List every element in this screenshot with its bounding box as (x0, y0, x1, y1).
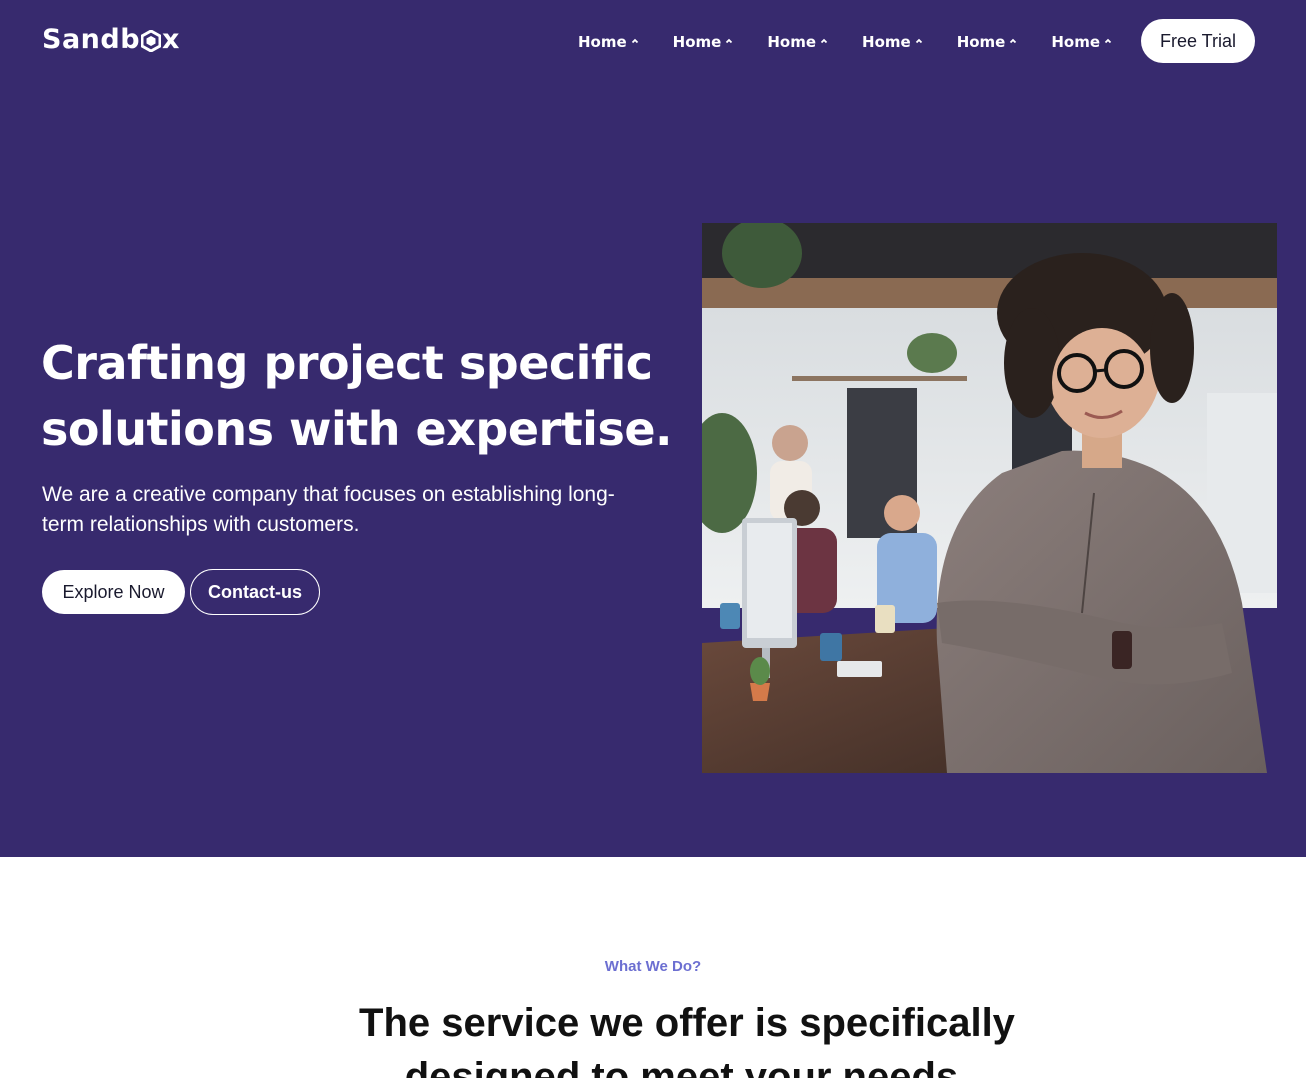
section-title: The service we offer is specifically des… (359, 1001, 1015, 1078)
hero-title: Crafting project specific solutions with… (41, 336, 673, 456)
logo-text-start: Sandb (42, 23, 141, 55)
nav-item-label: Home (1051, 33, 1101, 51)
nav-item-home-6[interactable]: Home (1051, 30, 1112, 54)
nav-item-label: Home (862, 33, 911, 51)
chevron-up-icon (1010, 38, 1017, 44)
nav-item-label: Home (672, 33, 722, 51)
main-navigation: Home Home Home Home Home Home (578, 30, 1146, 54)
nav-item-label: Home (956, 33, 1006, 51)
chevron-up-icon (915, 38, 922, 44)
free-trial-button[interactable]: Free Trial (1141, 19, 1255, 63)
chevron-up-icon (726, 38, 733, 44)
office-photo-illustration (702, 223, 1277, 773)
hero-section: Sandb x Home Home Home Home Home Home Fre… (0, 0, 1306, 857)
sandbox-logo[interactable]: Sandb x (42, 22, 180, 56)
nav-item-home-2[interactable]: Home (673, 30, 734, 54)
nav-item-home-3[interactable]: Home (767, 30, 828, 54)
section-eyebrow: What We Do? (604, 958, 702, 975)
hexagon-logo-icon (141, 30, 162, 52)
nav-item-home-5[interactable]: Home (957, 30, 1018, 54)
hero-subtitle: We are a creative company that focuses o… (42, 483, 615, 536)
nav-item-home-1[interactable]: Home (578, 30, 639, 54)
hero-photo (702, 223, 1277, 773)
nav-item-home-4[interactable]: Home (862, 30, 923, 54)
logo-text-end: x (162, 23, 180, 55)
chevron-up-icon (1104, 38, 1112, 44)
chevron-up-icon (631, 38, 638, 44)
nav-item-label: Home (578, 33, 627, 51)
explore-now-button[interactable]: Explore Now (42, 570, 185, 614)
chevron-up-icon (820, 38, 828, 44)
contact-us-button[interactable]: Contact-us (190, 569, 320, 615)
nav-item-label: Home (767, 33, 817, 51)
